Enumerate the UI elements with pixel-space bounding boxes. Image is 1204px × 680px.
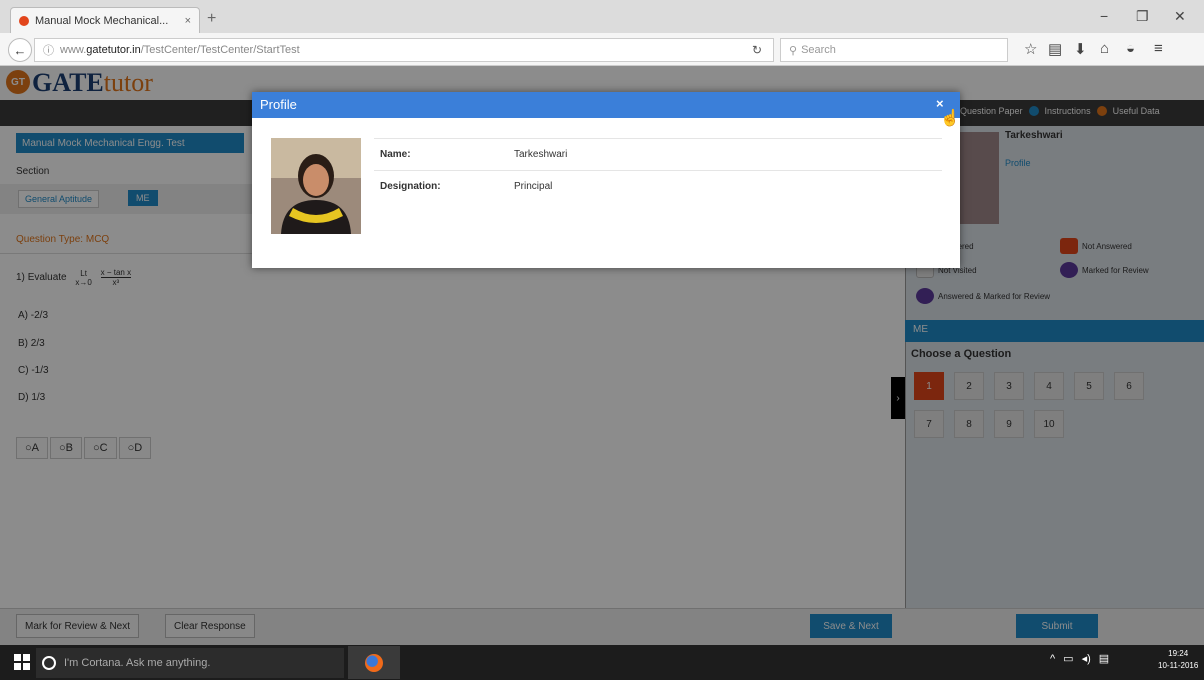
close-tab-icon[interactable]: × — [185, 15, 191, 27]
cortana-circle-icon — [42, 656, 56, 670]
home-icon[interactable]: ⌂ — [1100, 40, 1109, 57]
info-row-designation: Designation: Principal — [374, 170, 942, 202]
minimize-icon[interactable]: − — [1100, 8, 1108, 24]
cortana-search-box[interactable]: I'm Cortana. Ask me anything. — [36, 648, 344, 678]
restore-icon[interactable]: ❐ — [1136, 8, 1149, 25]
firefox-taskbar-button[interactable] — [348, 646, 400, 679]
back-arrow-icon[interactable]: ← — [8, 38, 32, 62]
browser-tab[interactable]: Manual Mock Mechanical... × — [10, 7, 200, 33]
search-icon: ⚲ — [789, 44, 798, 57]
clock[interactable]: 19:24 10-11-2016 — [1158, 648, 1198, 672]
pocket-icon[interactable]: ◒ — [1126, 40, 1135, 57]
close-window-icon[interactable]: ✕ — [1174, 8, 1186, 25]
info-row-name: Name: Tarkeshwari — [374, 138, 942, 170]
windows-start-icon[interactable] — [14, 654, 30, 670]
network-icon[interactable]: ▭ — [1063, 652, 1073, 665]
tab-title: Manual Mock Mechanical... — [35, 14, 169, 27]
url-text: www.gatetutor.in/TestCenter/TestCenter/S… — [60, 44, 300, 56]
volume-icon[interactable]: ◂) — [1082, 652, 1091, 665]
site-favicon-icon — [19, 15, 29, 26]
url-bar[interactable]: ⓘ www.gatetutor.in/TestCenter/TestCenter… — [34, 38, 774, 62]
new-tab-icon[interactable]: + — [207, 10, 216, 28]
profile-photo — [271, 138, 361, 234]
firefox-icon — [365, 653, 383, 672]
system-tray: ^ ▭ ◂) ▤ — [1050, 652, 1109, 666]
reload-icon[interactable]: ↻ — [752, 43, 762, 57]
search-input[interactable]: ⚲ Search — [780, 38, 1008, 62]
menu-icon[interactable]: ≡ — [1154, 40, 1163, 57]
reading-list-icon[interactable]: ▤ — [1048, 40, 1062, 58]
bookmark-star-icon[interactable]: ☆ — [1024, 40, 1037, 58]
notification-icon[interactable]: ▤ — [1099, 652, 1109, 665]
download-icon[interactable]: ⬇ — [1074, 40, 1087, 58]
mouse-pointer-icon: ☝ — [940, 110, 960, 127]
profile-info-table: Name: Tarkeshwari Designation: Principal — [374, 138, 942, 202]
modal-title: Profile — [252, 92, 960, 118]
chevron-up-icon[interactable]: ^ — [1050, 653, 1055, 665]
info-icon[interactable]: ⓘ — [43, 42, 54, 58]
